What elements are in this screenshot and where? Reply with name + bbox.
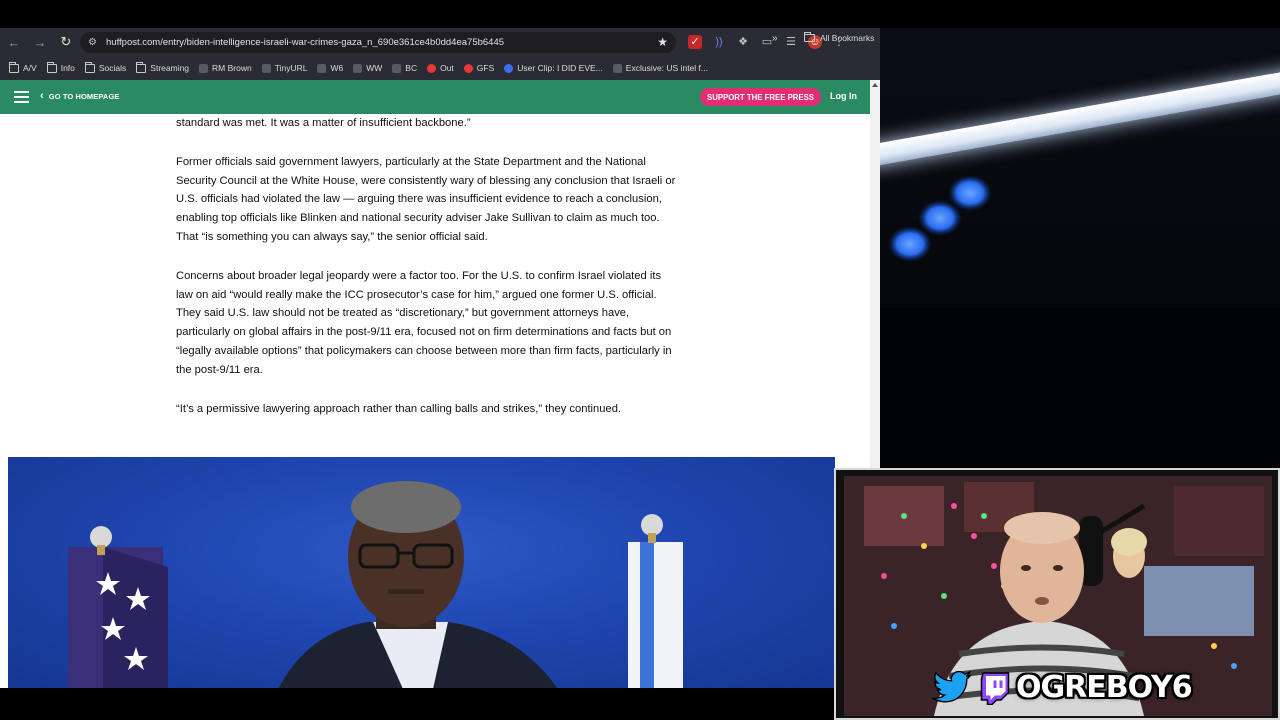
login-link[interactable]: Log In <box>830 91 857 101</box>
bookmark-item[interactable]: WW <box>353 63 382 73</box>
more-bookmarks-icon[interactable]: » <box>772 33 778 44</box>
folder-icon <box>9 61 19 73</box>
extensions-puzzle-icon[interactable]: ❖ <box>736 35 750 49</box>
bookmark-item[interactable]: Streaming <box>136 61 190 73</box>
site-icon <box>261 63 271 73</box>
bookmark-label: User Clip: I DID EVE... <box>517 63 603 73</box>
site-settings-icon[interactable]: ⚙ <box>88 37 104 48</box>
bookmark-label: Socials <box>98 63 127 73</box>
bookmark-item[interactable]: Socials <box>84 61 127 73</box>
media-controls-icon[interactable]: ☰ <box>784 35 798 49</box>
folder-icon <box>84 61 95 73</box>
scene-decor <box>880 175 1280 468</box>
scroll-up-icon[interactable] <box>872 83 878 87</box>
article-photo <box>8 457 835 688</box>
site-icon <box>392 63 402 73</box>
youtube-icon <box>463 63 473 73</box>
site-icon <box>353 63 363 73</box>
screen: ← → ↻ ⚙ huffpost.com/entry/biden-intelli… <box>0 0 1280 720</box>
bookmark-star-icon[interactable]: ★ <box>657 35 668 49</box>
bookmark-label: BC <box>405 63 418 73</box>
article-paragraph: “It’s a permissive lawyering approach ra… <box>176 402 622 415</box>
back-icon[interactable]: ← <box>2 30 26 54</box>
url-text: huffpost.com/entry/biden-intelligence-is… <box>106 37 505 48</box>
bookmark-item[interactable]: BC <box>392 63 417 73</box>
support-button[interactable]: SUPPORT THE FREE PRESS <box>700 88 822 106</box>
youtube-icon <box>427 63 437 73</box>
address-row: ← → ↻ ⚙ huffpost.com/entry/biden-intelli… <box>0 28 880 56</box>
bookmark-item[interactable]: Info <box>46 61 75 73</box>
folder-icon <box>804 32 815 42</box>
bookmark-label: W6 <box>330 63 344 73</box>
background-scene <box>880 28 1280 468</box>
all-bookmarks-label: All Bookmarks <box>820 33 875 43</box>
twitter-icon <box>931 670 972 702</box>
bookmark-item[interactable]: RM Brown <box>199 63 252 73</box>
bookmark-item[interactable]: TinyURL <box>261 63 308 73</box>
browser-window: ← → ↻ ⚙ huffpost.com/entry/biden-intelli… <box>0 28 880 688</box>
extension-red-icon[interactable]: ✓ <box>688 35 702 49</box>
hamburger-menu-icon[interactable] <box>14 91 29 103</box>
stream-handle: OGREBOY6 <box>930 670 1193 705</box>
bookmark-item[interactable]: GFS <box>463 63 495 73</box>
bookmark-label: Info <box>60 63 75 73</box>
bookmarks-bar: A/V Info Socials Streaming RM Brown TinyURL W6… <box>0 57 880 79</box>
bookmark-item[interactable]: A/V <box>9 61 37 73</box>
bookmark-label: A/V <box>23 63 37 73</box>
site-icon <box>612 63 622 73</box>
go-home-label: GO TO HOMEPAGE <box>48 91 120 101</box>
address-bar[interactable]: ⚙ huffpost.com/entry/biden-intelligence-… <box>80 32 676 53</box>
extension-audio-icon[interactable]: )) <box>712 35 726 49</box>
folder-icon <box>136 61 147 73</box>
bookmark-label: WW <box>366 63 383 73</box>
site-header: ‹ GO TO HOMEPAGE SUPPORT THE FREE PRESS … <box>0 80 870 114</box>
bookmark-label: Streaming <box>150 63 190 73</box>
folder-icon <box>46 61 57 73</box>
bookmark-label: Out <box>440 63 454 73</box>
all-bookmarks-button[interactable]: All Bookmarks <box>804 32 875 43</box>
chevron-left-icon: ‹ <box>40 90 44 102</box>
bookmark-item[interactable]: Out <box>427 63 454 73</box>
article-paragraph: Former officials said government lawyers… <box>176 155 676 243</box>
article-paragraph: Concerns about broader legal jeopardy we… <box>176 269 672 376</box>
photo-illustration <box>68 481 683 688</box>
forward-icon[interactable]: → <box>28 30 52 54</box>
site-icon <box>317 63 327 73</box>
streamer-name: OGREBOY6 <box>1016 670 1193 705</box>
go-to-homepage-link[interactable]: ‹ GO TO HOMEPAGE <box>40 90 120 102</box>
bookmark-item[interactable]: Exclusive: US intel f... <box>612 63 708 73</box>
site-icon <box>199 63 209 73</box>
browser-toolbar: ← → ↻ ⚙ huffpost.com/entry/biden-intelli… <box>0 28 880 80</box>
article-paragraph: standard was met. It was a matter of ins… <box>176 117 471 129</box>
reload-icon[interactable]: ↻ <box>54 30 78 54</box>
bookmark-label: GFS <box>476 63 495 73</box>
bookmark-label: RM Brown <box>212 63 252 73</box>
bookmark-label: TinyURL <box>274 63 308 73</box>
bookmark-item[interactable]: W6 <box>317 63 343 73</box>
article-body: standard was met. It was a matter of ins… <box>176 114 676 438</box>
play-icon <box>504 63 514 73</box>
bookmark-item[interactable]: User Clip: I DID EVE... <box>504 63 603 73</box>
twitch-icon <box>980 671 1010 705</box>
bookmark-label: Exclusive: US intel f... <box>625 63 708 73</box>
